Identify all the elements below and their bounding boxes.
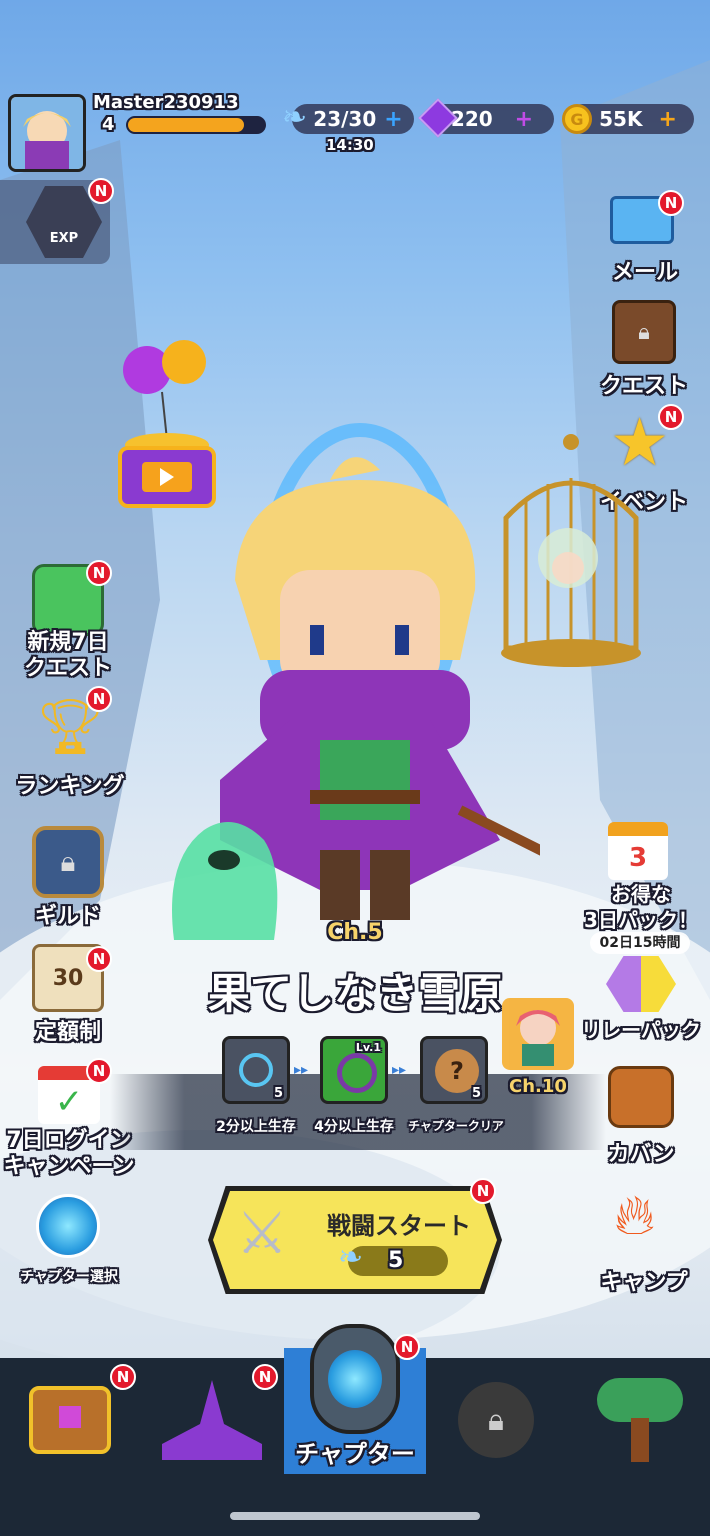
reward-2-label: 4分以上生存: [314, 1119, 394, 1135]
camp-button[interactable]: 🔥︎ キャンプ: [584, 1186, 704, 1296]
guild-lock-icon: 🔒︎: [32, 826, 104, 898]
battle-cost-feather-icon: ❧: [338, 1240, 364, 1275]
relay-pack-button[interactable]: リレーパック: [576, 954, 706, 1044]
quest-label: クエスト: [599, 374, 688, 399]
chapter-select-label: チャプター選択: [20, 1269, 118, 1285]
exp-new-badge: N: [88, 178, 114, 204]
calendar-icon: 3: [608, 822, 668, 880]
nav-hero[interactable]: N: [152, 1364, 278, 1470]
weapon-icon: [337, 1053, 377, 1093]
tree-canopy: [597, 1378, 683, 1422]
guild-button[interactable]: 🔒︎ ギルド: [0, 820, 140, 930]
new-7day-quest-button[interactable]: N 新規7日 クエスト: [0, 560, 140, 681]
bag-label: カバン: [607, 1142, 675, 1167]
chapter-select-button[interactable]: チャプター選択: [0, 1194, 140, 1294]
gem-add-icon[interactable]: +: [515, 107, 533, 132]
nav-chapter-label: チャプター: [295, 1440, 415, 1468]
reward-3-label: チャプタークリア: [408, 1119, 504, 1133]
treasure-chest-icon: [29, 1386, 111, 1454]
player-avatar[interactable]: [8, 94, 86, 172]
wizard-hat-icon: [162, 1380, 262, 1460]
reward-item-1[interactable]: 5: [222, 1036, 290, 1104]
gold-add-icon[interactable]: +: [658, 107, 676, 132]
backpack-icon: [608, 1066, 674, 1128]
reward-1-count: 5: [273, 1086, 283, 1101]
tree-trunk: [631, 1418, 649, 1462]
nav-chapter-badge: N: [394, 1334, 420, 1360]
reward-item-2[interactable]: Lv.1: [320, 1036, 388, 1104]
gold-coin-icon: G: [562, 104, 592, 134]
reward-arrow-1: ▸▸: [294, 1062, 309, 1078]
locked-feature-icon: 🔒︎: [458, 1382, 534, 1458]
locked-chest-icon: 🔒︎: [612, 300, 676, 364]
mail-label: メール: [611, 260, 678, 285]
portal-swirl: [328, 1350, 382, 1408]
ranking-label: ランキング: [15, 774, 125, 799]
nav-shop-badge: N: [110, 1364, 136, 1390]
nav-locked[interactable]: 🔒︎: [436, 1370, 556, 1470]
ranking-button[interactable]: 🏆︎ N ランキング: [0, 686, 140, 799]
login-badge: N: [86, 1058, 112, 1084]
guild-label: ギルド: [34, 904, 101, 929]
gem-value: 220: [450, 107, 493, 131]
nav-chapter-active[interactable]: チャプター N: [284, 1324, 426, 1474]
player-name: Master230913: [93, 92, 239, 113]
quest-button[interactable]: 🔒︎ クエスト: [584, 296, 704, 399]
chapter-number: Ch.5: [327, 920, 383, 945]
exp-boost-panel[interactable]: EXP N: [0, 178, 114, 264]
relay-pack-icon: [606, 956, 676, 1012]
chapter-title: 果てしなき雪原: [207, 969, 502, 1018]
deal-label-1: お得な: [611, 882, 671, 906]
player-level: 4: [102, 114, 115, 135]
energy-timer: 14:30: [326, 136, 374, 154]
energy-add-icon[interactable]: +: [384, 107, 402, 132]
new-7day-badge: N: [86, 560, 112, 586]
battle-start-button[interactable]: ⚔ 戦闘スタート ❧ 5 N: [208, 1178, 502, 1294]
feather-icon: ❧: [282, 100, 308, 135]
core-icon: [239, 1053, 273, 1087]
relay-pack-label: リレーパック: [581, 1018, 701, 1042]
tree-icon: [597, 1378, 683, 1462]
deal-timer: 02日15時間: [590, 932, 690, 954]
bag-button[interactable]: カバン: [584, 1062, 704, 1167]
next-chapter-label: Ch.10: [509, 1076, 567, 1097]
gold-value: 55K: [599, 107, 643, 131]
energy-value: 23/30: [313, 107, 377, 131]
subscription-button[interactable]: 30 N 定額制: [0, 938, 140, 1048]
battle-cost: 5: [388, 1248, 404, 1273]
subscription-badge: N: [86, 946, 112, 972]
new-7day-label-2: クエスト: [23, 656, 112, 681]
ghost-pet: [154, 800, 294, 950]
reward-item-3[interactable]: ? 5: [420, 1036, 488, 1104]
reward-1-label: 2分以上生存: [216, 1119, 296, 1135]
3day-pack-button[interactable]: 3 お得な 3日パック！ 02日15時間: [576, 818, 706, 958]
reward-arrow-2: ▸▸: [392, 1062, 407, 1078]
nav-shop[interactable]: N: [10, 1364, 136, 1470]
nav-tree[interactable]: [580, 1370, 700, 1470]
mail-button[interactable]: N メール: [590, 190, 700, 285]
event-badge: N: [658, 404, 684, 430]
battle-badge: N: [470, 1178, 496, 1204]
campfire-icon: 🔥︎: [614, 1183, 656, 1248]
nav-hero-badge: N: [252, 1364, 278, 1390]
portal-icon: [36, 1194, 100, 1258]
chest-gem: [59, 1406, 81, 1428]
ranking-badge: N: [86, 686, 112, 712]
exp-bar-fill: [128, 118, 244, 132]
login-label-2: キャンペーン: [3, 1154, 135, 1179]
camp-label: キャンプ: [600, 1270, 688, 1295]
battle-start-label: 戦闘スタート: [327, 1212, 471, 1240]
deal-label-2: 3日パック！: [584, 908, 698, 932]
energy-pill[interactable]: 23/30 +: [292, 104, 414, 134]
mail-badge: N: [658, 190, 684, 216]
reward-2-level: Lv.1: [355, 1041, 381, 1054]
subscription-label: 定額制: [34, 1020, 101, 1045]
next-chapter-hero-icon[interactable]: [502, 998, 574, 1070]
chapter-portal-icon: [310, 1324, 400, 1434]
reward-3-count: 5: [471, 1086, 481, 1101]
crossed-swords-icon: ⚔: [236, 1199, 288, 1267]
exp-bar: [126, 116, 266, 134]
home-indicator: [230, 1512, 480, 1520]
exp-label: EXP: [49, 231, 79, 246]
